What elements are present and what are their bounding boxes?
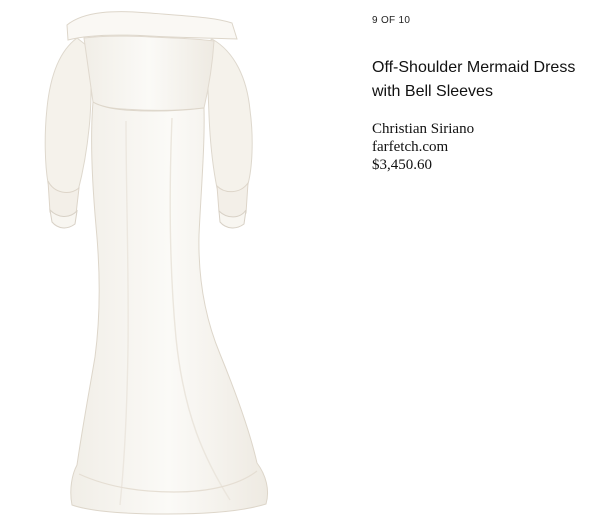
white-gown-image [44,11,269,515]
product-title: Off-Shoulder Mermaid Dress with Bell Sle… [372,59,576,100]
product-meta: Christian Siriano farfetch.com $3,450.60 [372,120,587,174]
gallery-position-label: 9 OF 10 [372,15,411,26]
left-bell-sleeve [44,37,92,198]
product-image-pane[interactable] [0,0,343,525]
designer-name: Christian Siriano [372,121,475,137]
product-price: $3,450.60 [372,157,432,173]
product-info-pane: 9 OF 10 Off-Shoulder Mermaid Dress with … [372,0,592,525]
dress-bodice [83,35,215,111]
retailer-link[interactable]: farfetch.com [372,138,587,156]
off-shoulder-neckline [66,11,238,41]
